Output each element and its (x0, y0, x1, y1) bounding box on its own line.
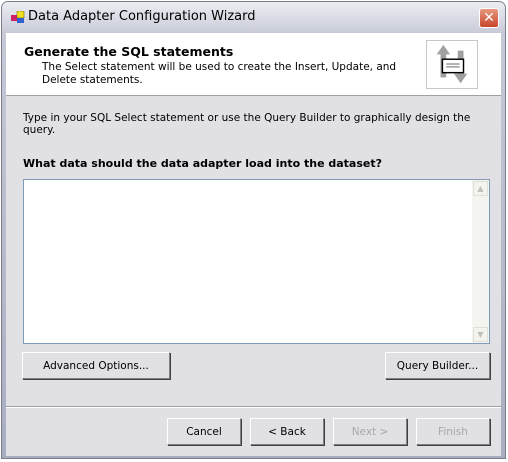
query-builder-button[interactable]: Query Builder... (385, 352, 490, 379)
app-icon (11, 11, 25, 23)
sql-statement-textarea[interactable]: ▲ ▼ (23, 179, 490, 344)
vertical-scrollbar[interactable]: ▲ ▼ (472, 180, 489, 343)
page-subtitle: The Select statement will be used to cre… (42, 61, 397, 86)
finish-button[interactable]: Finish (416, 418, 490, 445)
scroll-up-icon[interactable]: ▲ (473, 181, 488, 196)
scroll-down-icon[interactable]: ▼ (473, 327, 488, 342)
instruction-text: Type in your SQL Select statement or use… (23, 112, 471, 136)
back-button[interactable]: < Back (250, 418, 324, 445)
wizard-header: Generate the SQL statements The Select s… (6, 33, 501, 96)
page-title: Generate the SQL statements (24, 44, 234, 59)
close-button[interactable]: ✕ (479, 8, 499, 28)
sql-question-label: What data should the data adapter load i… (23, 157, 382, 170)
wizard-window: Data Adapter Configuration Wizard ✕ Gene… (1, 1, 506, 459)
window-title: Data Adapter Configuration Wizard (28, 9, 256, 24)
data-transfer-icon (426, 40, 478, 89)
cancel-button[interactable]: Cancel (167, 418, 241, 445)
footer-divider (6, 406, 501, 408)
title-bar[interactable]: Data Adapter Configuration Wizard ✕ (2, 2, 505, 32)
advanced-options-button[interactable]: Advanced Options... (22, 352, 170, 379)
client-area: Generate the SQL statements The Select s… (6, 33, 501, 456)
next-button[interactable]: Next > (333, 418, 407, 445)
